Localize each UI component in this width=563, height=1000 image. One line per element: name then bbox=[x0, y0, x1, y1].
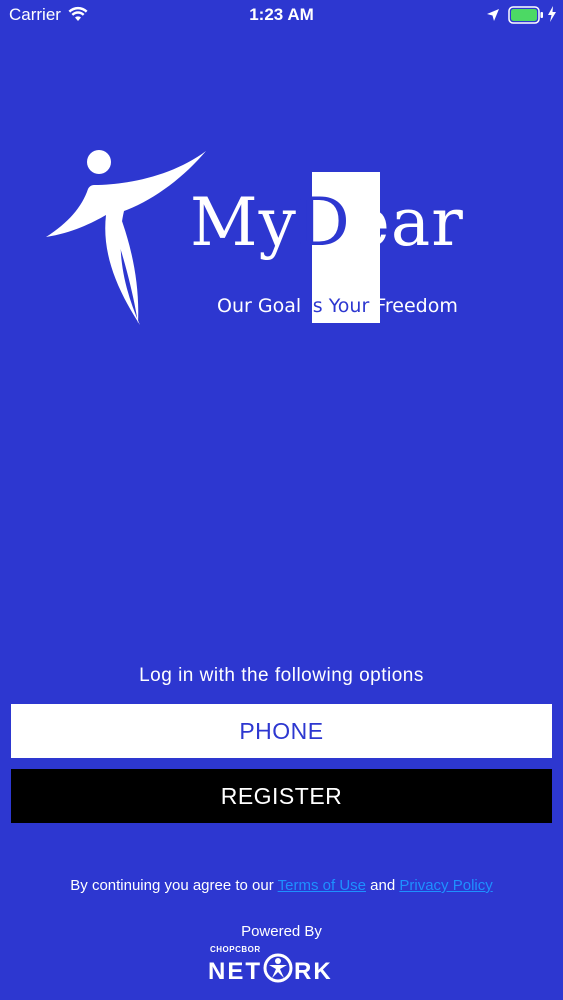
running-person-icon bbox=[44, 145, 209, 335]
network-logo-post: RK bbox=[294, 958, 333, 985]
network-logo-pre: NET bbox=[208, 958, 262, 985]
location-arrow-icon bbox=[486, 7, 500, 27]
network-figure-icon bbox=[263, 953, 293, 990]
network-logo: CHOPCBOR NET RK bbox=[208, 945, 358, 985]
agreement-pre: By continuing you agree to our bbox=[70, 877, 278, 894]
agreement-text: By continuing you agree to our Terms of … bbox=[0, 877, 563, 894]
tagline-highlight: Is Your bbox=[307, 295, 370, 317]
tagline: Our Goal Is Your Freedom bbox=[217, 295, 458, 317]
brand-name-post: ear bbox=[350, 184, 464, 261]
login-prompt: Log in with the following options bbox=[139, 665, 424, 686]
agreement-mid: and bbox=[366, 877, 400, 894]
app-logo: MyDear Our Goal Is Your Freedom bbox=[44, 145, 524, 335]
brand-name-pre: My bbox=[190, 184, 297, 261]
brand-name-highlight: D bbox=[296, 184, 351, 261]
tagline-pre: Our Goal bbox=[217, 295, 308, 317]
tagline-post: Freedom bbox=[369, 295, 458, 317]
clock-time: 1:23 AM bbox=[249, 5, 314, 24]
privacy-policy-link[interactable]: Privacy Policy bbox=[399, 877, 492, 894]
charging-bolt-icon bbox=[547, 6, 557, 27]
powered-by-label: Powered By bbox=[241, 923, 322, 940]
terms-of-use-link[interactable]: Terms of Use bbox=[278, 877, 366, 894]
phone-login-button[interactable]: PHONE bbox=[11, 704, 552, 758]
battery-icon bbox=[508, 6, 544, 29]
network-logo-word: NET RK bbox=[208, 953, 333, 990]
register-button[interactable]: REGISTER bbox=[11, 769, 552, 823]
status-bar: Carrier 1:23 AM bbox=[0, 0, 563, 30]
